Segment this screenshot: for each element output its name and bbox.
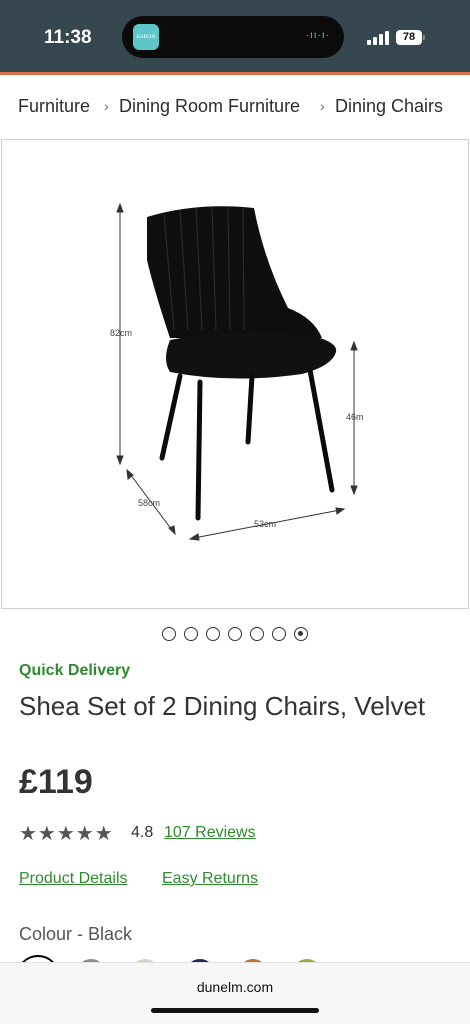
product-details-link[interactable]: Product Details [19, 870, 128, 888]
breadcrumb-item-furniture[interactable]: Furniture [18, 96, 90, 117]
colour-label: Colour - Black [19, 924, 133, 944]
battery-tip [423, 35, 425, 40]
gallery-dot[interactable] [272, 627, 286, 641]
chevron-right-icon: › [104, 98, 109, 114]
dimension-seat-height-label: 46m [346, 412, 364, 422]
chevron-right-icon: › [320, 98, 325, 114]
audio-wave-icon: ·ıı·ı· [305, 30, 330, 41]
easy-returns-link[interactable]: Easy Returns [162, 870, 258, 888]
home-indicator[interactable] [151, 1008, 319, 1013]
gallery-dot[interactable] [184, 627, 198, 641]
gallery-dot[interactable] [228, 627, 242, 641]
gallery-pagination [0, 627, 470, 643]
cellular-signal-icon [367, 31, 389, 45]
dynamic-island: KARON FAT ·ıı·ı· [122, 16, 344, 58]
url-text[interactable]: dunelm.com [0, 979, 470, 995]
battery-icon: 78 [396, 30, 422, 45]
quick-delivery-badge: Quick Delivery [19, 662, 131, 679]
product-title: Shea Set of 2 Dining Chairs, Velvet [19, 691, 426, 721]
breadcrumb-item-dining-room-furniture[interactable]: Dining Room Furniture [119, 96, 300, 117]
gallery-dot[interactable] [250, 627, 264, 641]
browser-address-bar[interactable]: dunelm.com [0, 962, 470, 1024]
product-image-gallery[interactable]: 82cm 46m 58cm 53cm [1, 139, 469, 609]
now-playing-app-icon: KARON FAT [133, 24, 159, 50]
gallery-dot[interactable] [206, 627, 220, 641]
status-bar: 11:38 KARON FAT ·ıı·ı· 78 [0, 0, 470, 72]
product-price: £119 [19, 763, 93, 801]
rating-value: 4.8 [131, 824, 154, 841]
dimension-height-label: 82cm [110, 328, 132, 338]
dimension-depth-label: 58cm [138, 498, 160, 508]
gallery-dot[interactable] [162, 627, 176, 641]
dimension-width-label: 53cm [254, 519, 276, 529]
star-rating-icon: ★★★★★ [19, 823, 114, 845]
status-time: 11:38 [44, 27, 92, 48]
gallery-dot-active[interactable] [294, 627, 308, 641]
reviews-link[interactable]: 107 Reviews [164, 824, 256, 842]
header-accent-line [0, 72, 470, 75]
breadcrumb-item-dining-chairs[interactable]: Dining Chairs [335, 96, 443, 117]
chair-dimensions-image: 82cm 46m 58cm 53cm [110, 202, 364, 541]
breadcrumb: Furniture › Dining Room Furniture › Dini… [0, 94, 470, 122]
